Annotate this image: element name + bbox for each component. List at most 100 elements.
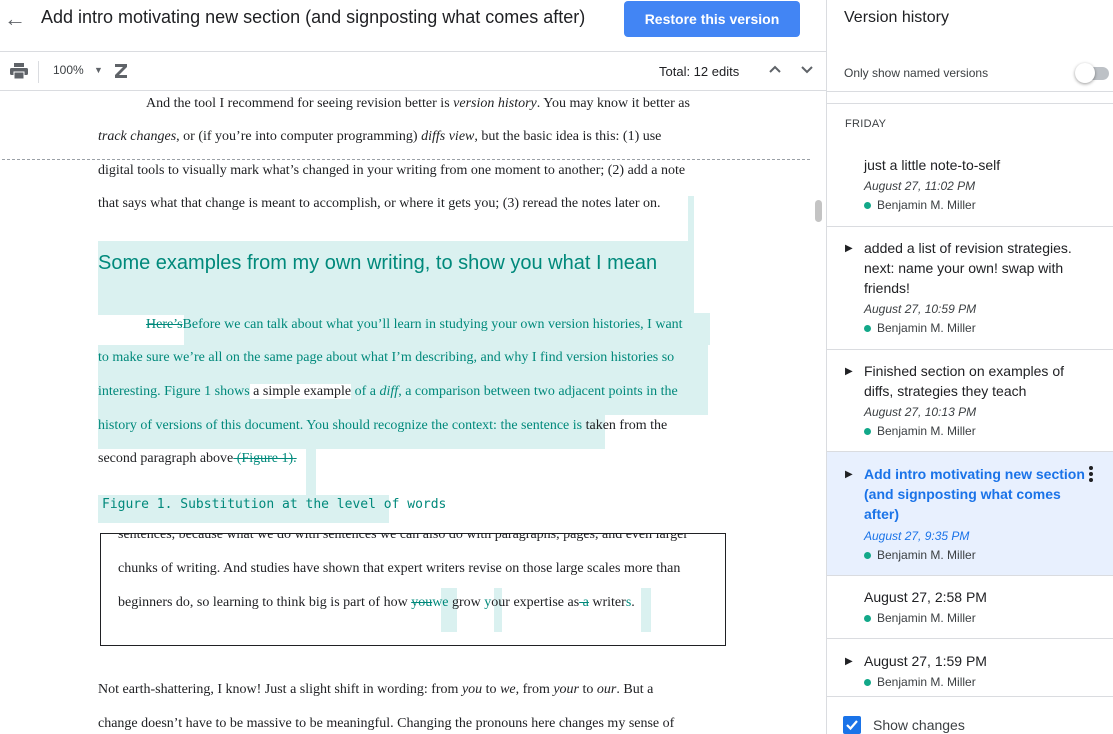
text-segment: , but the basic idea is this: (1) use [474, 129, 662, 144]
version-item[interactable]: ▶ August 27, 1:59 PM Benjamin M. Miller [827, 639, 1113, 699]
inserted-text: history of versions of this document. Yo… [98, 418, 583, 433]
text-segment: we [500, 682, 516, 697]
divider [827, 103, 1113, 104]
text-segment: you [461, 682, 483, 697]
doc-header: ← Add intro motivating new section (and … [0, 0, 826, 52]
version-title: Finished section on examples of diffs, s… [864, 363, 1064, 399]
body-text-line: digital tools to visually mark what’s ch… [98, 163, 686, 178]
figure-text-line: beginners do, so learning to think big i… [118, 595, 635, 611]
author-color-dot [864, 551, 871, 559]
expand-caret-icon[interactable]: ▶ [845, 469, 853, 480]
version-item[interactable]: just a little note-to-self August 27, 11… [827, 144, 1113, 227]
document-body[interactable]: And the tool I recommend for seeing revi… [0, 91, 826, 734]
body-text-line: track changes, or (if you’re into comput… [98, 128, 661, 146]
deleted-text: Here’s [146, 317, 183, 332]
inserted-text: , a comparison between two adjacent poin… [398, 384, 678, 399]
inserted-text: we [432, 595, 449, 610]
text-segment: grow [448, 595, 485, 610]
version-title: just a little note-to-self [864, 157, 1001, 173]
version-title: August 27, 2:58 PM [864, 589, 987, 605]
text-segment: writer [588, 595, 626, 610]
body-text-line: Not earth-shattering, I know! Just a sli… [98, 681, 653, 699]
text-segment: beginners do, so learning to think big i… [118, 595, 412, 610]
version-date: August 27, 10:59 PM [864, 302, 977, 316]
text-segment: . [631, 595, 635, 610]
text-segment: to [482, 682, 501, 697]
previous-edit-chevron-up-icon[interactable] [768, 62, 782, 76]
inserted-text: interesting. Figure 1 shows [98, 384, 250, 399]
text-segment: Not earth-shattering, I know! Just a sli… [98, 682, 462, 697]
version-title: Add intro motivating new section (and si… [41, 7, 586, 27]
print-icon[interactable] [10, 63, 28, 79]
text-segment: a simple example [249, 384, 352, 399]
deleted-text: a [579, 595, 589, 610]
text-segment: . You may know it better as [536, 96, 690, 111]
chevron-down-icon[interactable]: ▼ [94, 65, 103, 75]
author-name: Benjamin M. Miller [877, 675, 976, 689]
version-title: Add intro motivating new section (and si… [864, 466, 1085, 522]
named-versions-toggle[interactable] [1075, 62, 1111, 83]
version-author: Benjamin M. Miller [864, 548, 976, 562]
paint-format-icon[interactable] [113, 62, 129, 80]
body-text-line: history of versions of this document. Yo… [98, 417, 667, 435]
version-author: Benjamin M. Miller [864, 675, 976, 689]
author-color-dot [864, 678, 871, 686]
inserted-text: diff [379, 384, 399, 399]
body-text-line: to make sure we’re all on the same page … [98, 350, 675, 365]
inserted-text: of a [351, 384, 380, 399]
version-item[interactable]: ▶ added a list of revision strategies. n… [827, 227, 1113, 350]
panel-title: Version history [844, 9, 949, 26]
show-changes-row: Show changes [827, 696, 1113, 734]
show-changes-checkbox[interactable] [843, 716, 861, 734]
version-author: Benjamin M. Miller [864, 198, 976, 212]
page-break [2, 159, 810, 160]
version-date: August 27, 9:35 PM [864, 529, 970, 543]
text-segment: second paragraph above [98, 451, 234, 466]
body-text-line: interesting. Figure 1 shows a simple exa… [98, 383, 678, 401]
text-segment: our [596, 682, 617, 697]
insertion-highlight [306, 447, 316, 497]
named-versions-filter: Only show named versions [827, 52, 1113, 92]
insertion-highlight [688, 196, 694, 244]
restore-version-button[interactable]: Restore this version [624, 1, 800, 37]
document-scrollbar[interactable] [815, 200, 822, 222]
text-segment: your [553, 682, 580, 697]
zoom-select[interactable]: 100% [53, 63, 84, 77]
expand-caret-icon[interactable]: ▶ [845, 243, 853, 254]
author-color-dot [864, 614, 871, 622]
version-author: Benjamin M. Miller [864, 611, 976, 625]
version-author: Benjamin M. Miller [864, 424, 976, 438]
text-segment: our expertise as [491, 595, 580, 610]
text-segment: . But a [616, 682, 654, 697]
author-name: Benjamin M. Miller [877, 424, 976, 438]
version-item[interactable]: August 27, 2:58 PM Benjamin M. Miller [827, 576, 1113, 639]
body-text-line: change doesn’t have to be massive to be … [98, 716, 675, 731]
text-segment: to [579, 682, 597, 697]
text-segment: diffs view [421, 129, 475, 144]
deleted-text: . [293, 451, 297, 466]
more-options-icon[interactable] [1087, 466, 1095, 484]
toolbar: 100% ▼ Total: 12 edits [0, 52, 826, 91]
body-text-line: that says what that change is meant to a… [98, 196, 661, 211]
figure-text-line: chunks of writing. And studies have show… [118, 561, 681, 576]
toggle-knob [1075, 63, 1095, 83]
text-segment: taken from the [582, 418, 668, 433]
author-color-dot [864, 201, 871, 209]
figure-image: sentences, because what we do with sente… [100, 533, 726, 646]
inserted-text: Before we can talk about what you’ll lea… [182, 317, 683, 332]
next-edit-chevron-down-icon[interactable] [800, 62, 814, 76]
toolbar-divider [38, 61, 39, 83]
expand-caret-icon[interactable]: ▶ [845, 656, 853, 667]
back-arrow-icon[interactable]: ← [4, 8, 26, 30]
expand-caret-icon[interactable]: ▶ [845, 366, 853, 377]
text-segment: , from [515, 682, 554, 697]
version-item-selected[interactable]: ▶ Add intro motivating new section (and … [827, 452, 1113, 576]
show-changes-label: Show changes [873, 717, 965, 733]
body-text-line: second paragraph above (Figure 1). [98, 450, 297, 468]
total-edits-count: Total: 12 edits [659, 64, 740, 79]
author-color-dot [864, 324, 871, 332]
author-name: Benjamin M. Miller [877, 548, 976, 562]
version-item[interactable]: ▶ Finished section on examples of diffs,… [827, 350, 1113, 452]
author-name: Benjamin M. Miller [877, 611, 976, 625]
text-segment: And the tool I recommend for seeing revi… [146, 96, 454, 111]
